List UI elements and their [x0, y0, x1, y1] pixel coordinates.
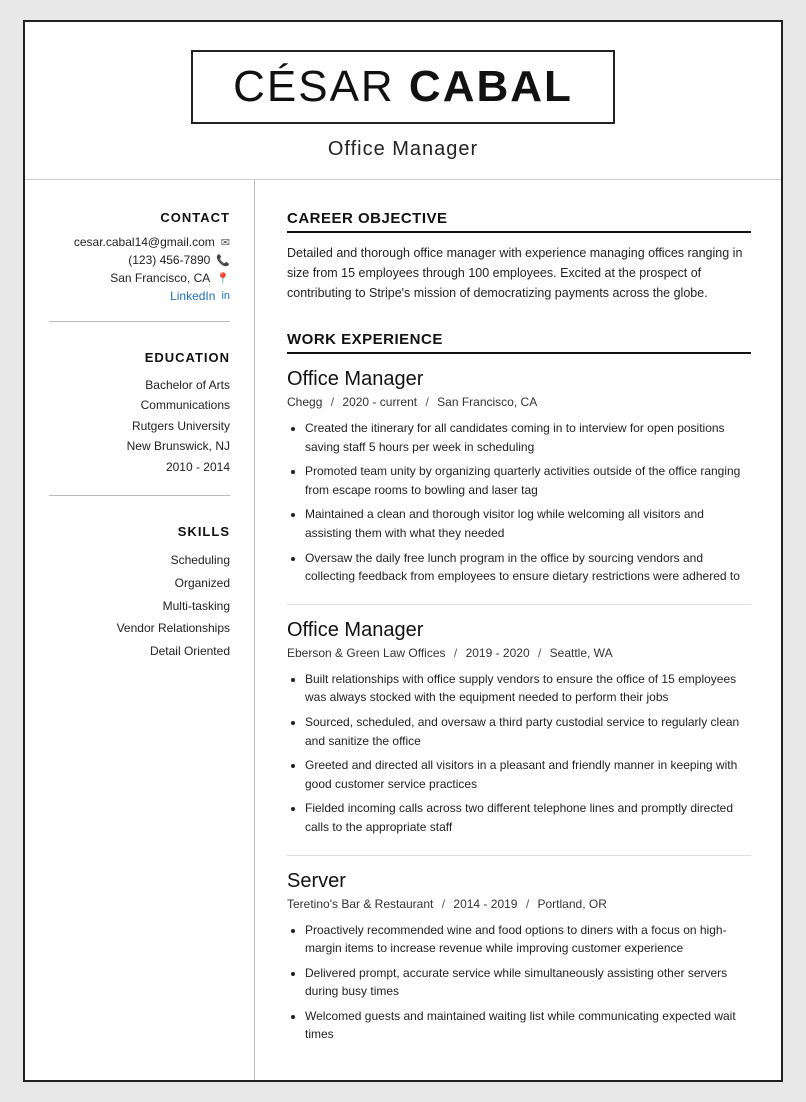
- work-divider-2: [287, 855, 751, 856]
- job-2-company: Eberson & Green Law Offices: [287, 646, 446, 660]
- job-2-bullet-3: Greeted and directed all visitors in a p…: [305, 756, 751, 793]
- header-section: CÉSAR CABAL Office Manager: [25, 22, 781, 179]
- email-icon: ✉: [221, 236, 230, 249]
- job-2-period: 2019 - 2020: [466, 646, 530, 660]
- skill-2: Organized: [49, 572, 230, 595]
- education-content: Bachelor of Arts Communications Rutgers …: [49, 375, 230, 477]
- job-3-bullet-3: Welcomed guests and maintained waiting l…: [305, 1007, 751, 1044]
- job-2: Office Manager Eberson & Green Law Offic…: [287, 619, 751, 837]
- job-1-location: San Francisco, CA: [437, 395, 537, 409]
- divider-skills: [49, 495, 230, 496]
- candidate-job-title: Office Manager: [65, 138, 741, 161]
- job-3-bullet-2: Delivered prompt, accurate service while…: [305, 964, 751, 1001]
- career-obj-heading: CAREER OBJECTIVE: [287, 210, 751, 233]
- job-3-bullets: Proactively recommended wine and food op…: [287, 921, 751, 1045]
- skills-list: Scheduling Organized Multi-tasking Vendo…: [49, 549, 230, 663]
- edu-line-4: New Brunswick, NJ: [49, 436, 230, 456]
- sep3: /: [454, 646, 457, 660]
- linkedin-icon: in: [221, 290, 230, 302]
- sep6: /: [526, 897, 529, 911]
- work-divider-1: [287, 604, 751, 605]
- job-2-bullet-4: Fielded incoming calls across two differ…: [305, 799, 751, 836]
- skills-heading: SKILLS: [49, 524, 230, 539]
- skill-5: Detail Oriented: [49, 640, 230, 663]
- contact-heading: CONTACT: [49, 210, 230, 225]
- job-2-bullet-2: Sourced, scheduled, and oversaw a third …: [305, 713, 751, 750]
- resume-container: CÉSAR CABAL Office Manager CONTACT cesar…: [23, 20, 783, 1082]
- education-heading: EDUCATION: [49, 350, 230, 365]
- first-name: CÉSAR: [233, 62, 409, 111]
- skill-3: Multi-tasking: [49, 595, 230, 618]
- contact-linkedin[interactable]: LinkedIn in: [49, 289, 230, 303]
- sep4: /: [538, 646, 541, 660]
- job-2-bullet-1: Built relationships with office supply v…: [305, 670, 751, 707]
- job-3-bullet-1: Proactively recommended wine and food op…: [305, 921, 751, 958]
- job-2-location: Seattle, WA: [550, 646, 613, 660]
- job-2-bullets: Built relationships with office supply v…: [287, 670, 751, 837]
- name-box: CÉSAR CABAL: [191, 50, 615, 124]
- job-3-title: Server: [287, 870, 751, 893]
- location-text: San Francisco, CA: [110, 271, 210, 285]
- job-3-period: 2014 - 2019: [453, 897, 517, 911]
- job-3-meta: Teretino's Bar & Restaurant / 2014 - 201…: [287, 897, 751, 911]
- job-2-meta: Eberson & Green Law Offices / 2019 - 202…: [287, 646, 751, 660]
- candidate-name: CÉSAR CABAL: [233, 62, 573, 112]
- sep5: /: [442, 897, 445, 911]
- job-1-bullet-1: Created the itinerary for all candidates…: [305, 419, 751, 456]
- skill-1: Scheduling: [49, 549, 230, 572]
- email-text: cesar.cabal14@gmail.com: [74, 235, 215, 249]
- body-section: CONTACT cesar.cabal14@gmail.com ✉ (123) …: [25, 179, 781, 1080]
- last-name: CABAL: [409, 62, 573, 111]
- job-1-bullets: Created the itinerary for all candidates…: [287, 419, 751, 586]
- location-icon: 📍: [216, 272, 230, 285]
- job-1-bullet-2: Promoted team unity by organizing quarte…: [305, 462, 751, 499]
- divider-education: [49, 321, 230, 322]
- left-column: CONTACT cesar.cabal14@gmail.com ✉ (123) …: [25, 180, 255, 1080]
- work-experience-heading: WORK EXPERIENCE: [287, 331, 751, 354]
- job-3-location: Portland, OR: [538, 897, 607, 911]
- job-1-bullet-3: Maintained a clean and thorough visitor …: [305, 505, 751, 542]
- job-1-title: Office Manager: [287, 368, 751, 391]
- contact-phone: (123) 456-7890 📞: [49, 253, 230, 267]
- career-obj-text: Detailed and thorough office manager wit…: [287, 243, 751, 303]
- job-3: Server Teretino's Bar & Restaurant / 201…: [287, 870, 751, 1045]
- edu-line-2: Communications: [49, 395, 230, 415]
- contact-location: San Francisco, CA 📍: [49, 271, 230, 285]
- skill-4: Vendor Relationships: [49, 617, 230, 640]
- linkedin-text[interactable]: LinkedIn: [170, 289, 215, 303]
- sep1: /: [331, 395, 334, 409]
- phone-icon: 📞: [216, 254, 230, 267]
- job-1-company: Chegg: [287, 395, 322, 409]
- job-1-bullet-4: Oversaw the daily free lunch program in …: [305, 549, 751, 586]
- job-1: Office Manager Chegg / 2020 - current / …: [287, 368, 751, 586]
- work-experience-section: WORK EXPERIENCE Office Manager Chegg / 2…: [287, 331, 751, 1044]
- job-1-period: 2020 - current: [342, 395, 417, 409]
- phone-text: (123) 456-7890: [128, 253, 210, 267]
- job-2-title: Office Manager: [287, 619, 751, 642]
- edu-line-5: 2010 - 2014: [49, 457, 230, 477]
- job-1-meta: Chegg / 2020 - current / San Francisco, …: [287, 395, 751, 409]
- edu-line-1: Bachelor of Arts: [49, 375, 230, 395]
- contact-email: cesar.cabal14@gmail.com ✉: [49, 235, 230, 249]
- right-column: CAREER OBJECTIVE Detailed and thorough o…: [255, 180, 781, 1080]
- sep2: /: [425, 395, 428, 409]
- job-3-company: Teretino's Bar & Restaurant: [287, 897, 433, 911]
- edu-line-3: Rutgers University: [49, 416, 230, 436]
